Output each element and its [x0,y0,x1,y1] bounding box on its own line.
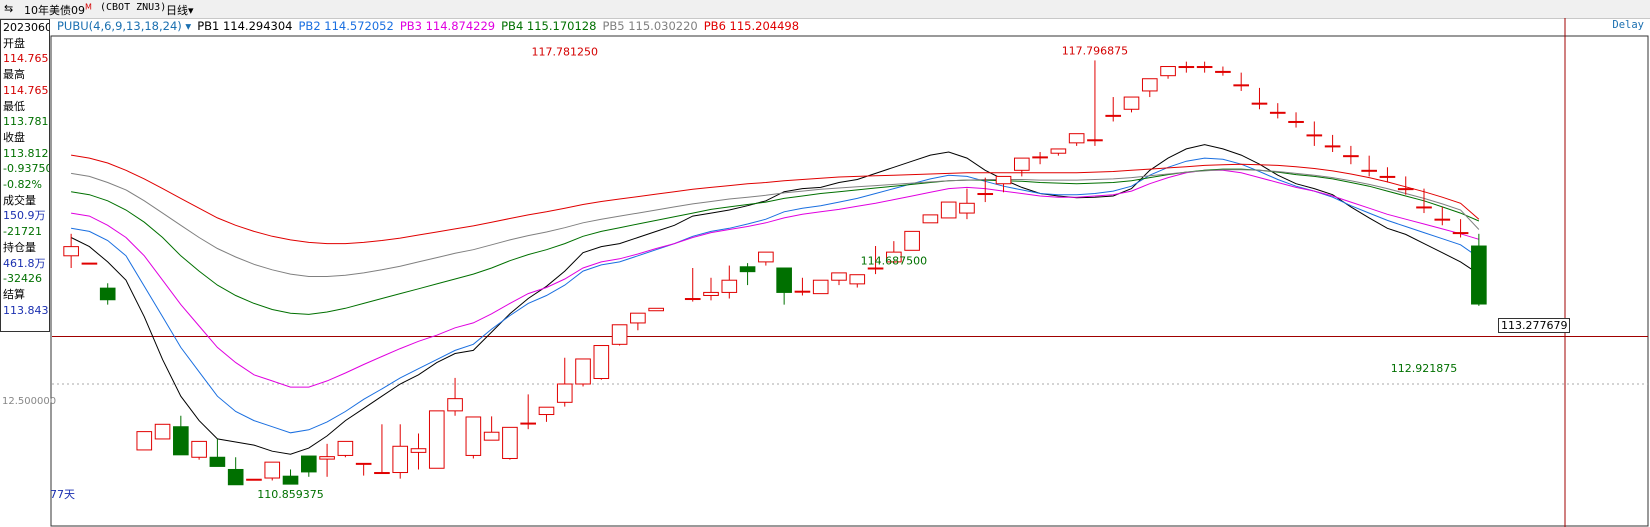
candle-body [1416,206,1432,209]
candle-body [1251,102,1268,105]
candlestick-chart[interactable]: 117.781250 117.796875 114.687500 112.921875… [0,0,1650,527]
price-axis-label: 12.500000 [2,396,57,407]
candle-body [1471,245,1487,305]
candle-body [337,440,354,456]
candle-body [227,468,244,486]
candle-body [209,456,226,467]
candle-body [246,478,262,481]
candle-body [556,383,573,403]
candle-body [374,472,390,475]
candle-body [300,455,317,473]
price-annotation: 117.796875 [1062,45,1128,58]
candle-body [81,262,98,265]
candle-body [849,274,866,285]
candle-body [1434,218,1451,221]
candle-body [812,279,829,295]
candle-body [922,214,939,224]
candle-body [758,251,774,263]
candle-body [1343,155,1359,158]
candle-body [282,475,299,485]
candle-body [1068,133,1085,144]
candle-body [1032,156,1048,159]
series-pb2 [71,157,1480,434]
candle-body [1160,66,1176,77]
candle-body [428,410,445,469]
series-pb6 [71,154,1480,245]
candle-body [410,448,427,453]
candle-body [977,193,994,196]
candle-body [447,398,463,412]
candle-body [1288,120,1304,123]
candle-body [1050,148,1067,154]
series-pb4 [71,168,1480,315]
candle-body [264,461,281,479]
candle-body [611,324,628,345]
candle-body [1087,139,1103,142]
candle-body [1123,96,1140,110]
candle-body [63,246,79,257]
candle-body [1397,188,1414,191]
candle-body [1013,157,1030,171]
candle-body [648,307,664,312]
candle-body [99,287,116,301]
candle-body [1306,134,1323,137]
candle-body [1178,66,1195,69]
price-annotation: 112.921875 [1391,362,1457,375]
candle-body [538,406,555,416]
candle-body [1361,169,1377,172]
candle-body [867,267,884,270]
candle-body [593,345,610,380]
candle-body [1196,66,1213,69]
candle-body [136,431,153,451]
candle-body [684,298,701,301]
days-label: 77天 [50,488,75,501]
candle-body [1269,111,1286,114]
candle-body [794,290,811,293]
candle-body [776,267,792,293]
series-pb3 [71,169,1480,388]
candle-body [959,202,975,214]
candle-body [1379,175,1396,178]
candle-body [1215,70,1231,73]
candle-body [575,358,591,385]
series-pb5 [71,169,1480,277]
candle-body [739,266,756,273]
price-annotation: 117.781250 [532,46,598,59]
candle-body [703,291,719,296]
current-price-label: 113.277679 [1498,318,1571,333]
price-annotation: 114.687500 [861,254,927,267]
candle-body [154,423,171,440]
candle-body [1452,232,1469,235]
candle-body [1324,145,1341,148]
candle-body [995,175,1012,185]
price-annotation: 110.859375 [257,488,323,501]
candle-body [831,272,847,281]
candle-body [904,230,920,251]
candle-body [520,422,537,425]
candle-body [319,456,335,460]
candle-body [1233,84,1250,87]
candle-body [392,445,409,474]
candle-body [191,440,207,458]
candle-body [355,462,372,465]
series-pb1 [70,144,1480,455]
candle-body [1141,78,1158,92]
candle-body [721,279,738,293]
candle-body [630,312,646,324]
candle-body [465,416,482,456]
candle-body [173,426,189,456]
candle-body [1105,114,1122,117]
candle-body [940,201,957,219]
candle-body [483,431,500,441]
candle-body [502,426,518,459]
